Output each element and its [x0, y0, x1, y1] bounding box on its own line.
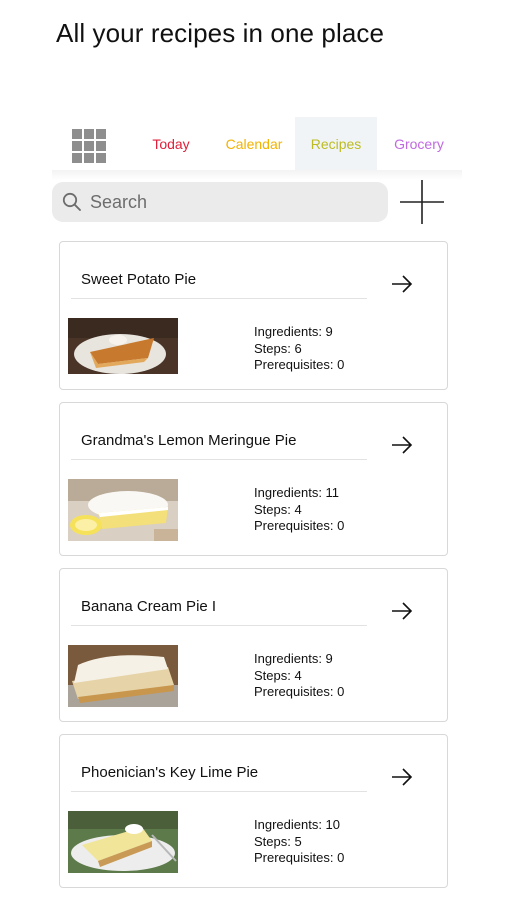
recipe-thumbnail — [68, 811, 178, 873]
arrow-right-icon[interactable] — [390, 272, 414, 296]
recipe-card[interactable]: Banana Cream Pie I Ingredients: 9 Steps:… — [59, 568, 448, 722]
steps-count: Steps: 4 — [254, 667, 302, 683]
recipe-title: Grandma's Lemon Meringue Pie — [81, 432, 297, 449]
recipe-card[interactable]: Grandma's Lemon Meringue Pie Ingredients… — [59, 402, 448, 556]
ingredients-count: Ingredients: 9 — [254, 324, 333, 339]
search-icon — [62, 192, 81, 211]
divider — [71, 298, 367, 299]
steps-count: Steps: 5 — [254, 833, 302, 849]
divider — [71, 791, 367, 792]
recipe-stats: Ingredients: 9 Steps: 6 Prerequisites: 0 — [254, 324, 344, 374]
steps-count: Steps: 4 — [254, 501, 302, 517]
recipe-thumbnail — [68, 318, 178, 374]
arrow-right-icon[interactable] — [390, 765, 414, 789]
grid-menu-icon[interactable] — [72, 129, 106, 163]
ingredients-count: Ingredients: 10 — [254, 817, 341, 832]
arrow-right-icon[interactable] — [390, 433, 414, 457]
prerequisites-count: Prerequisites: 0 — [254, 850, 345, 865]
arrow-right-icon[interactable] — [390, 599, 414, 623]
tab-bar: Today Calendar Recipes Grocery — [52, 117, 462, 180]
page-headline: All your recipes in one place — [56, 18, 385, 48]
ingredients-count: Ingredients: 9 — [254, 651, 333, 666]
recipe-stats: Ingredients: 10 Steps: 5 Prerequisites: … — [254, 817, 344, 867]
recipe-title: Sweet Potato Pie — [81, 271, 197, 288]
recipe-thumbnail — [68, 479, 178, 541]
divider — [71, 459, 367, 460]
prerequisites-count: Prerequisites: 0 — [254, 684, 345, 699]
prerequisites-count: Prerequisites: 0 — [254, 518, 345, 533]
steps-count: Steps: 6 — [254, 340, 302, 356]
tab-today[interactable]: Today — [137, 117, 205, 172]
prerequisites-count: Prerequisites: 0 — [254, 357, 345, 372]
add-recipe-plus-icon[interactable] — [399, 179, 445, 225]
search-input[interactable] — [88, 190, 372, 214]
divider — [71, 625, 367, 626]
recipe-title: Banana Cream Pie I — [81, 598, 217, 615]
tab-recipes[interactable]: Recipes — [295, 117, 377, 172]
recipe-card[interactable]: Sweet Potato Pie Ingredients: 9 Steps: 6… — [59, 241, 448, 390]
tab-calendar[interactable]: Calendar — [212, 117, 296, 172]
recipe-stats: Ingredients: 9 Steps: 4 Prerequisites: 0 — [254, 651, 344, 701]
recipe-card[interactable]: Phoenician's Key Lime Pie Ingredients: 1… — [59, 734, 448, 888]
ingredients-count: Ingredients: 11 — [254, 485, 340, 500]
tab-grocery[interactable]: Grocery — [382, 117, 456, 172]
recipe-title: Phoenician's Key Lime Pie — [81, 764, 259, 781]
recipe-stats: Ingredients: 11 Steps: 4 Prerequisites: … — [254, 485, 344, 535]
search-bar[interactable] — [52, 182, 388, 222]
recipe-thumbnail — [68, 645, 178, 707]
